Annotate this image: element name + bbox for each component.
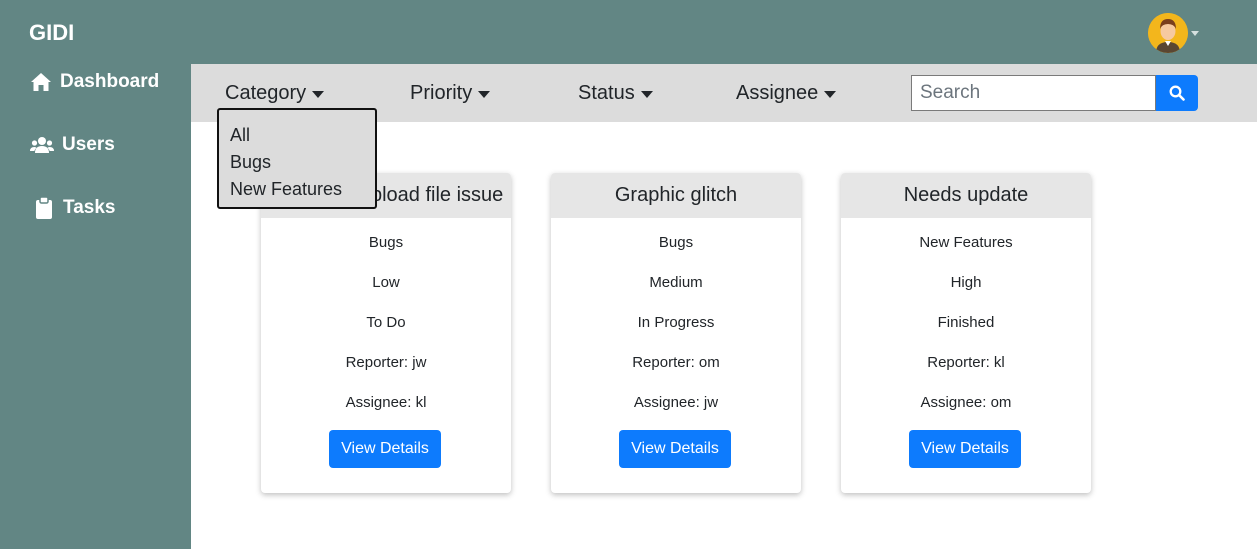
task-category: New Features bbox=[919, 234, 1013, 251]
task-card: Needs update New Features High Finished … bbox=[841, 173, 1091, 493]
task-reporter: Reporter: kl bbox=[927, 354, 1005, 371]
task-priority: High bbox=[950, 274, 982, 291]
category-filter-toggle[interactable]: Category bbox=[225, 82, 325, 105]
task-card-title: Needs update bbox=[841, 173, 1091, 218]
status-filter-label: Status bbox=[578, 82, 635, 104]
sidebar-item-tasks[interactable]: Tasks bbox=[36, 197, 115, 219]
dropdown-item-bugs[interactable]: Bugs bbox=[230, 149, 375, 176]
task-card: Unable to upload file issue Bugs Low To … bbox=[261, 173, 511, 493]
task-category: Bugs bbox=[658, 234, 694, 251]
brand-logo[interactable]: GIDI bbox=[29, 20, 74, 46]
task-status: Finished bbox=[937, 314, 995, 331]
sidebar-item-label: Users bbox=[62, 134, 115, 155]
view-details-button[interactable]: View Details bbox=[909, 430, 1021, 468]
clipboard-icon bbox=[36, 197, 52, 219]
sidebar-item-label: Tasks bbox=[63, 197, 116, 218]
home-icon bbox=[31, 73, 51, 91]
task-card-title: Graphic glitch bbox=[551, 173, 801, 218]
view-details-button[interactable]: View Details bbox=[329, 430, 441, 468]
priority-filter-toggle[interactable]: Priority bbox=[410, 82, 491, 105]
caret-down-icon bbox=[478, 91, 491, 98]
task-status: To Do bbox=[366, 314, 406, 331]
caret-down-icon bbox=[312, 91, 325, 98]
view-details-button[interactable]: View Details bbox=[619, 430, 731, 468]
category-filter-label: Category bbox=[225, 82, 307, 104]
task-reporter: Reporter: om bbox=[632, 354, 720, 371]
user-menu-toggle[interactable] bbox=[1148, 12, 1208, 54]
task-category: Bugs bbox=[368, 234, 404, 251]
task-card: Graphic glitch Bugs Medium In Progress R… bbox=[551, 173, 801, 493]
assignee-filter-label: Assignee bbox=[736, 82, 819, 104]
sidebar-item-dashboard[interactable]: Dashboard bbox=[30, 71, 159, 93]
sidebar: Dashboard Users Tasks bbox=[0, 64, 191, 549]
category-dropdown-menu: All Bugs New Features bbox=[217, 108, 377, 209]
task-status: In Progress bbox=[637, 314, 715, 331]
task-priority: Low bbox=[372, 274, 400, 291]
status-filter-toggle[interactable]: Status bbox=[578, 82, 653, 105]
assignee-filter-toggle[interactable]: Assignee bbox=[736, 82, 837, 105]
dropdown-item-new-features[interactable]: New Features bbox=[230, 176, 375, 203]
task-assignee: Assignee: om bbox=[920, 394, 1012, 411]
avatar-person-icon bbox=[1148, 13, 1188, 53]
caret-down-icon bbox=[640, 91, 653, 98]
search-input[interactable] bbox=[911, 75, 1156, 111]
search-icon bbox=[1169, 85, 1185, 101]
dropdown-item-all[interactable]: All bbox=[230, 122, 375, 149]
task-assignee: Assignee: jw bbox=[633, 394, 719, 411]
task-reporter: Reporter: jw bbox=[345, 354, 427, 371]
caret-down-icon bbox=[824, 91, 837, 98]
search-button[interactable] bbox=[1156, 75, 1198, 111]
task-priority: Medium bbox=[649, 274, 703, 291]
users-icon bbox=[30, 137, 54, 153]
sidebar-item-label: Dashboard bbox=[60, 71, 160, 92]
sidebar-item-users[interactable]: Users bbox=[30, 134, 115, 156]
chevron-down-icon bbox=[1191, 30, 1199, 36]
avatar bbox=[1148, 13, 1188, 53]
priority-filter-label: Priority bbox=[410, 82, 473, 104]
top-navbar bbox=[0, 0, 1257, 64]
task-assignee: Assignee: kl bbox=[345, 394, 427, 411]
